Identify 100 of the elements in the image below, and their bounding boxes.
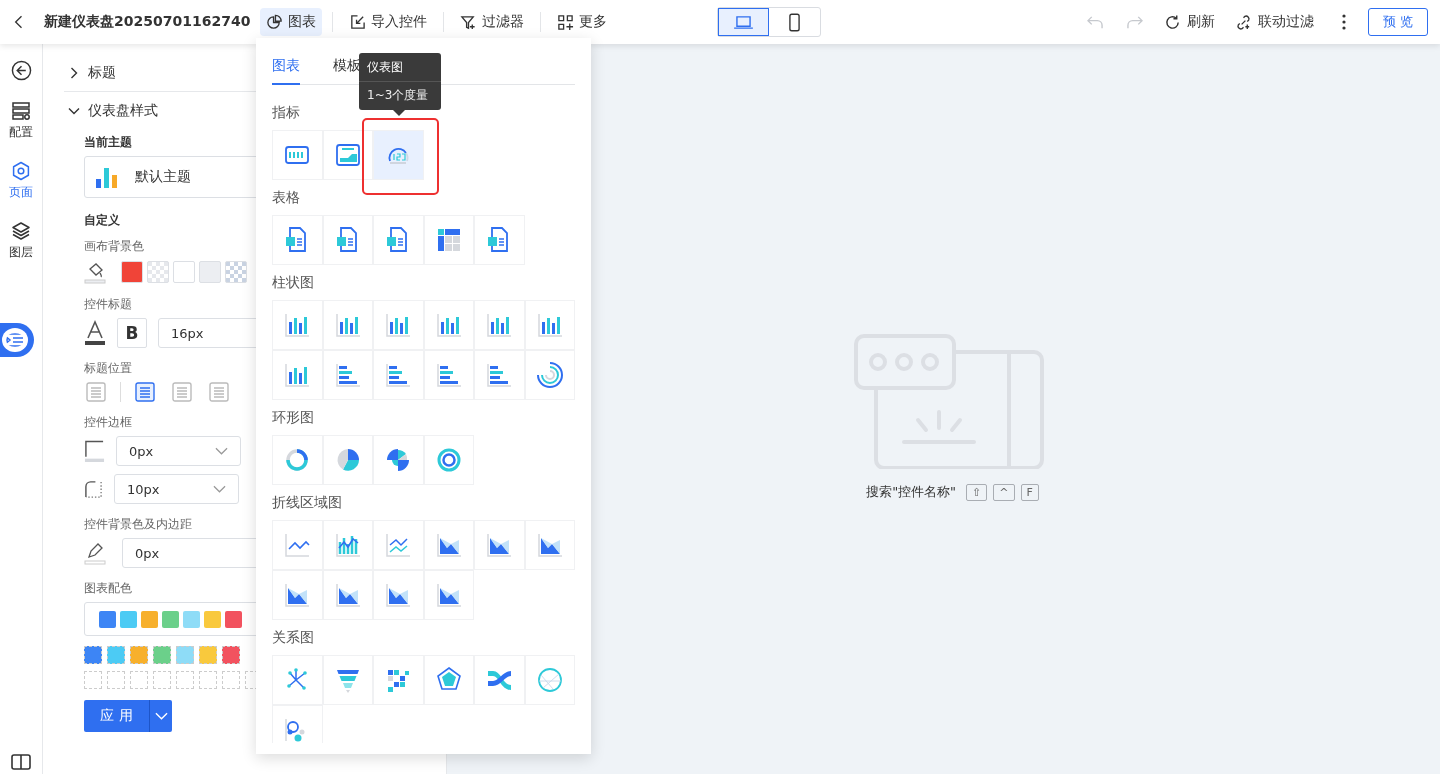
apply-button[interactable]: 应 用 — [84, 700, 149, 732]
chart-type-button[interactable] — [474, 655, 525, 705]
chart-type-button[interactable] — [272, 570, 323, 620]
border-width-select[interactable]: 0px — [116, 436, 241, 466]
back-circle-icon[interactable] — [10, 60, 32, 81]
list-indent-icon — [2, 328, 28, 352]
chart-type-button[interactable] — [474, 300, 525, 350]
color-chip[interactable] — [130, 646, 148, 664]
chart-type-button[interactable] — [322, 350, 373, 400]
chart-type-button[interactable] — [423, 350, 474, 400]
chart-type-button[interactable] — [272, 705, 323, 743]
chart-type-button[interactable] — [524, 520, 575, 570]
color-swatch[interactable] — [147, 261, 169, 283]
group-title: 关系图 — [272, 628, 315, 647]
field-label: 当前主题 — [84, 134, 132, 151]
color-chip[interactable] — [222, 646, 240, 664]
chart-type-button[interactable] — [272, 520, 323, 570]
rail-tab[interactable]: 页面 — [9, 161, 33, 201]
chart-type-button[interactable] — [373, 215, 424, 265]
field-label: 控件边框 — [84, 414, 132, 431]
color-chip[interactable] — [84, 646, 102, 664]
field-label: 控件标题 — [84, 296, 132, 313]
chart-type-button[interactable] — [322, 520, 373, 570]
field-label: 图表配色 — [84, 580, 132, 597]
bold-button[interactable]: B — [117, 318, 147, 348]
chart-type-button[interactable] — [322, 130, 373, 180]
chart-type-button[interactable] — [423, 570, 474, 620]
chart-type-button[interactable] — [373, 435, 424, 485]
chart-type-button[interactable] — [423, 215, 474, 265]
refresh-icon — [1164, 13, 1181, 31]
empty-color-slot[interactable] — [153, 671, 171, 689]
empty-color-slot[interactable] — [176, 671, 194, 689]
chart-type-button[interactable] — [272, 655, 323, 705]
more-icon[interactable] — [1342, 14, 1346, 30]
toolbar-button[interactable]: 导入控件 — [343, 8, 434, 36]
action-button[interactable]: 刷新 — [1164, 13, 1215, 31]
chart-type-button[interactable] — [322, 570, 373, 620]
color-chip[interactable] — [107, 646, 125, 664]
rail-tab[interactable]: 配置 — [9, 101, 33, 141]
device-toggle[interactable] — [718, 8, 770, 36]
color-swatch[interactable] — [121, 261, 143, 283]
chart-type-button[interactable] — [322, 300, 373, 350]
color-swatch[interactable] — [173, 261, 195, 283]
color-chip[interactable] — [199, 646, 217, 664]
laptop-icon — [733, 14, 755, 30]
action-button[interactable]: 联动过滤 — [1235, 13, 1314, 31]
bar-chart-icon — [95, 165, 119, 189]
align-icon[interactable] — [135, 382, 155, 402]
outline-toggle-button[interactable] — [0, 323, 34, 357]
corner-radius-icon[interactable] — [84, 479, 103, 499]
color-chip[interactable] — [176, 646, 194, 664]
split-panel-icon[interactable] — [11, 754, 31, 770]
empty-color-slot[interactable] — [107, 671, 125, 689]
keyboard-key: F — [1020, 483, 1039, 501]
chart-type-button[interactable] — [272, 350, 323, 400]
chart-type-button[interactable] — [423, 435, 474, 485]
chart-type-button[interactable] — [272, 300, 323, 350]
chart-type-button[interactable] — [322, 435, 373, 485]
chart-type-button[interactable] — [272, 215, 323, 265]
chart-type-button[interactable] — [373, 300, 424, 350]
border-icon[interactable] — [84, 439, 105, 463]
apply-dropdown-button[interactable] — [149, 700, 172, 732]
toolbar-button[interactable]: 更多 — [551, 8, 614, 36]
chart-type-button[interactable] — [474, 350, 525, 400]
empty-color-slot[interactable] — [199, 671, 217, 689]
font-color-icon[interactable] — [84, 320, 106, 346]
chart-type-button[interactable] — [322, 215, 373, 265]
chart-type-button[interactable] — [373, 570, 424, 620]
pie-chart-icon — [266, 13, 284, 31]
chart-type-button[interactable] — [272, 130, 323, 180]
search-hint: 搜索"控件名称" — [866, 483, 957, 501]
chart-type-button[interactable] — [524, 350, 575, 400]
keyboard-key: ⇧ — [966, 483, 988, 501]
empty-color-slot[interactable] — [222, 671, 240, 689]
color-chip[interactable] — [153, 646, 171, 664]
highlighter-icon[interactable] — [84, 541, 106, 565]
rail-tab[interactable]: 图层 — [9, 221, 33, 261]
chart-type-button[interactable] — [423, 520, 474, 570]
chart-type-button[interactable] — [322, 655, 373, 705]
chart-type-button[interactable] — [373, 655, 424, 705]
chevron-down-icon — [213, 485, 226, 493]
color-swatch[interactable] — [199, 261, 221, 283]
color-swatch[interactable] — [225, 261, 247, 283]
back-icon[interactable] — [14, 15, 24, 29]
chart-type-button[interactable] — [373, 350, 424, 400]
picker-tab[interactable]: 图表 — [272, 49, 300, 85]
chevron-down-icon — [154, 712, 168, 720]
toolbar-button[interactable]: 过滤器 — [454, 8, 531, 36]
preview-button[interactable]: 预 览 — [1368, 8, 1428, 36]
chart-type-button[interactable] — [474, 215, 525, 265]
group-title: 折线区域图 — [272, 493, 343, 512]
empty-color-slot[interactable] — [130, 671, 148, 689]
chart-type-button[interactable] — [524, 300, 575, 350]
chart-type-button[interactable] — [423, 655, 474, 705]
chart-type-button[interactable] — [423, 300, 474, 350]
toolbar-button[interactable]: 图表 — [260, 8, 323, 36]
chart-type-button[interactable] — [474, 520, 525, 570]
field-label: 标题位置 — [84, 360, 132, 377]
corner-radius-select[interactable]: 10px — [114, 474, 239, 504]
empty-color-slot[interactable] — [84, 671, 102, 689]
